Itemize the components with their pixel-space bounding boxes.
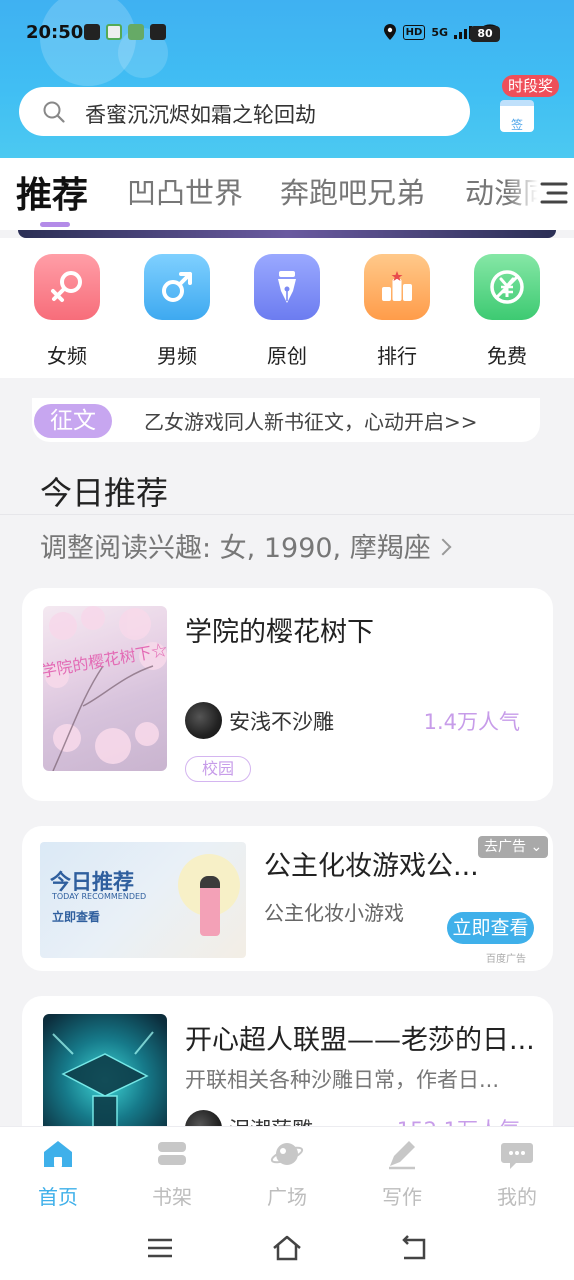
tab-menu-icon[interactable] (540, 180, 568, 206)
pen-icon (254, 254, 320, 320)
bottom-nav: 首页 书架 广场 写作 我的 (0, 1126, 574, 1216)
time-reward-button[interactable]: 时段奖 签 (494, 72, 564, 142)
chevron-right-icon (434, 538, 452, 556)
author-name: 安浅不沙雕 (229, 710, 334, 734)
contest-notice[interactable]: 征文 乙女游戏同人新书征文，心动开启>> (32, 398, 540, 442)
menu-icon[interactable] (144, 1232, 176, 1264)
status-time: 20:50 (26, 22, 84, 43)
ad-character (200, 876, 220, 936)
nav-home[interactable]: 首页 (18, 1137, 98, 1210)
ad-card[interactable]: 今日推荐 TODAY RECOMMENDED 立即查看 公主化妆游戏公... 公… (22, 826, 553, 971)
ad-description: 公主化妆小游戏 (264, 901, 404, 925)
book-card[interactable]: 开心超人联盟——老莎的日... 开联相关各种沙雕日常，作者日... 泥潮菠雕 1… (22, 996, 553, 1126)
notification-icon (106, 24, 122, 40)
interest-text: 调整阅读兴趣: 女, 1990, 摩羯座 (40, 533, 431, 564)
notification-icon (84, 24, 100, 40)
category-label: 女频 (47, 344, 87, 368)
nav-label: 写作 (382, 1185, 422, 1209)
reward-tag: 时段奖 (502, 75, 560, 97)
tab-aotu-world[interactable]: 凹凸世界 (127, 170, 243, 212)
channel-tabs: 推荐 凹凸世界 奔跑吧兄弟 动漫同人 (0, 158, 574, 230)
planet-icon (270, 1143, 304, 1165)
cover-title-art: 学院的樱花树下☆ (43, 640, 167, 681)
popularity-count: 1.4万人气 (423, 710, 520, 734)
ad-image: 今日推荐 TODAY RECOMMENDED 立即查看 (40, 842, 246, 958)
active-tab-indicator (40, 222, 70, 227)
feed[interactable]: 女频 男频 原创 排行 免费 征文 乙女游戏同人新书征文，心动开启>> 今日推荐… (0, 230, 574, 1126)
nav-me[interactable]: 我的 (477, 1137, 557, 1210)
header: 20:50 HD 5G 80 香蜜沉沉烬如霜之轮回劫 时段奖 签 (0, 0, 574, 158)
nav-label: 书架 (152, 1185, 192, 1209)
ad-mark: 百度广告 (486, 954, 526, 965)
category-original[interactable]: 原创 (254, 254, 320, 369)
gift-box-icon: 签 (500, 100, 534, 132)
system-nav-bar (0, 1216, 574, 1280)
nav-label: 广场 (267, 1185, 307, 1209)
category-female[interactable]: 女频 (34, 254, 100, 369)
author-avatar (185, 1110, 222, 1126)
category-row: 女频 男频 原创 排行 免费 (0, 238, 574, 378)
category-label: 男频 (157, 344, 197, 368)
book-title: 开心超人联盟——老莎的日... (185, 1025, 535, 1056)
location-icon (383, 24, 396, 40)
category-male[interactable]: 男频 (144, 254, 210, 369)
ad-cta-button[interactable]: 立即查看 (447, 912, 534, 944)
write-icon (389, 1141, 415, 1170)
book-card[interactable]: 学院的樱花树下☆ 学院的樱花树下 安浅不沙雕 1.4万人气 校园 (22, 588, 553, 801)
search-input[interactable]: 香蜜沉沉烬如霜之轮回劫 (85, 99, 316, 129)
status-app-icons (84, 24, 166, 40)
ad-image-subtitle: TODAY RECOMMENDED (52, 892, 147, 901)
popularity-count: 152.1万人气 (397, 1114, 520, 1126)
book-title: 学院的樱花树下 (185, 617, 374, 648)
podium-icon (364, 254, 430, 320)
divider (0, 514, 574, 515)
notice-tag: 征文 (34, 404, 112, 438)
author-name: 泥潮菠雕 (229, 1114, 313, 1126)
notification-icon (128, 24, 144, 40)
bookshelf-icon (158, 1142, 186, 1165)
ad-image-button: 立即查看 (52, 910, 101, 924)
tab-recommend[interactable]: 推荐 (16, 166, 88, 218)
search-bar[interactable]: 香蜜沉沉烬如霜之轮回劫 (19, 87, 470, 136)
genre-tag[interactable]: 校园 (185, 756, 252, 782)
notification-icon (150, 24, 166, 40)
free-icon (474, 254, 540, 320)
ad-title: 公主化妆游戏公... (264, 851, 479, 882)
category-ranking[interactable]: 排行 (364, 254, 430, 369)
network-indicator: 5G (431, 25, 448, 39)
hd-indicator: HD (402, 24, 426, 40)
nav-write[interactable]: 写作 (362, 1137, 442, 1210)
book-cover (43, 1014, 167, 1126)
home-button-icon[interactable] (271, 1232, 303, 1264)
category-label: 排行 (377, 344, 417, 368)
nav-bookshelf[interactable]: 书架 (132, 1137, 212, 1210)
chat-bubble-icon (501, 1143, 533, 1169)
category-label: 免费 (487, 344, 527, 368)
nav-label: 首页 (38, 1185, 78, 1209)
adjust-interest-link[interactable]: 调整阅读兴趣: 女, 1990, 摩羯座 (40, 526, 452, 565)
book-cover: 学院的樱花树下☆ (43, 606, 167, 771)
book-description: 开联相关各种沙雕日常，作者日... (185, 1068, 500, 1092)
status-bar: 20:50 HD 5G 80 (0, 18, 574, 50)
nav-label: 我的 (497, 1185, 537, 1209)
notice-text: 乙女游戏同人新书征文，心动开启>> (144, 410, 478, 434)
back-icon[interactable] (398, 1232, 430, 1264)
search-icon (43, 101, 65, 123)
female-icon (34, 254, 100, 320)
home-icon (44, 1141, 72, 1167)
category-free[interactable]: 免费 (474, 254, 540, 369)
category-label: 原创 (267, 344, 307, 368)
section-title: 今日推荐 (40, 474, 169, 512)
nav-plaza[interactable]: 广场 (247, 1137, 327, 1210)
tab-running-man[interactable]: 奔跑吧兄弟 (280, 170, 425, 212)
male-icon (144, 254, 210, 320)
battery-indicator: 80 (470, 26, 500, 42)
remove-ad-button[interactable]: 去广告 ⌄ (478, 836, 549, 858)
author-avatar (185, 702, 222, 739)
banner[interactable] (18, 230, 556, 238)
